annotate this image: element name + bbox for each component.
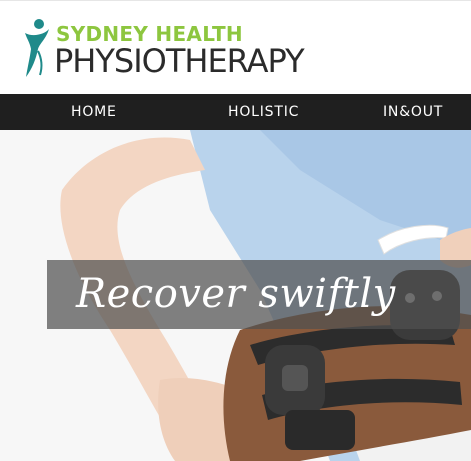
hero-banner: Recover swiftly <box>47 260 471 329</box>
main-nav: HOME HOLISTIC IN&OUT <box>0 94 471 130</box>
nav-home[interactable]: HOME <box>71 94 117 130</box>
hero-headline: Recover swiftly <box>76 271 396 317</box>
site-header: SYDNEY HEALTH PHYSIOTHERAPY <box>0 0 471 95</box>
nav-holistic[interactable]: HOLISTIC <box>228 94 299 130</box>
nav-in-and-out[interactable]: IN&OUT <box>383 94 443 130</box>
brand-name-bottom: PHYSIOTHERAPY <box>54 42 305 80</box>
hero-section: Recover swiftly <box>0 130 471 461</box>
figure-swoosh-icon[interactable] <box>22 17 52 79</box>
